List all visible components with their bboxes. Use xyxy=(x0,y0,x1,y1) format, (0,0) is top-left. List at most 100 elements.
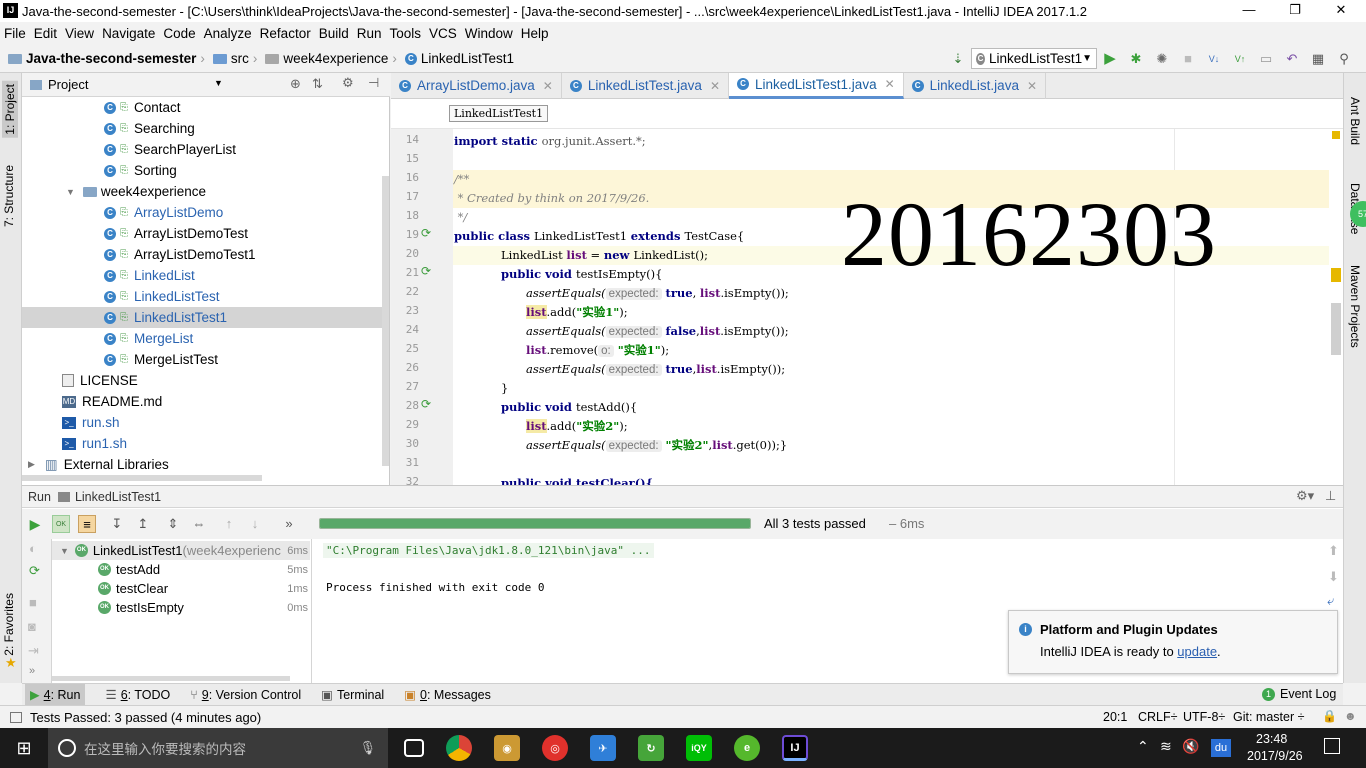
show-passed-toggle[interactable]: OK xyxy=(52,515,70,533)
sort-alpha-icon[interactable]: ↧ xyxy=(108,515,126,533)
stop-icon[interactable]: ■ xyxy=(1179,50,1197,68)
tree-item[interactable]: C ⎘ ArrayListDemo xyxy=(22,202,223,223)
run-config-tab[interactable]: LinkedListTest1 xyxy=(75,490,161,504)
close-icon[interactable]: ✕ xyxy=(885,77,895,91)
revert-icon[interactable]: ↶ xyxy=(1283,50,1301,68)
chrome-icon[interactable] xyxy=(446,735,472,761)
code-line-26[interactable]: assertEquals(expected: true,list.isEmpty… xyxy=(526,360,785,379)
iqiyi-icon[interactable]: iQY xyxy=(686,735,712,761)
tool-tab-terminal[interactable]: ▣ Terminal xyxy=(321,687,384,703)
tool-tab-version-control[interactable]: ⑂ 9: Version Control xyxy=(190,688,301,702)
minimize-button[interactable]: — xyxy=(1236,2,1262,17)
netease-music-icon[interactable]: ◎ xyxy=(542,735,568,761)
microphone-icon[interactable]: 🎙 xyxy=(359,740,376,756)
taskbar-search-box[interactable]: 在这里输入你要搜索的内容 🎙 xyxy=(48,728,388,768)
caret-position[interactable]: 20:1 xyxy=(1103,710,1127,724)
hide-panel-icon[interactable]: ⊥ xyxy=(1325,488,1336,504)
tab-linkedlist[interactable]: C LinkedList.java ✕ xyxy=(904,72,1047,99)
compare-icon[interactable]: ▭ xyxy=(1257,50,1275,68)
expand-arrow-icon[interactable]: ▼ xyxy=(66,187,75,197)
git-branch[interactable]: Git: master ÷ xyxy=(1233,710,1304,724)
close-icon[interactable]: ✕ xyxy=(710,79,720,93)
code-line-27[interactable]: } xyxy=(501,379,508,398)
show-ignored-toggle[interactable]: ≡ xyxy=(78,515,96,533)
update-link[interactable]: update xyxy=(1177,644,1217,659)
run-test-gutter-icon[interactable]: ⟳ xyxy=(421,264,431,278)
windows-start-icon[interactable]: ⊞ xyxy=(0,728,48,768)
export-icon[interactable]: ⇥ xyxy=(28,643,39,659)
scroll-down-icon[interactable]: ⬇ xyxy=(1328,569,1339,585)
coverage-icon[interactable]: ✺ xyxy=(1153,50,1171,68)
tree-item[interactable]: LICENSE xyxy=(22,370,138,391)
tool-tab-maven-projects[interactable]: Maven Projects xyxy=(1348,265,1362,348)
expand-all-icon[interactable]: ⇕ xyxy=(164,515,182,533)
scroll-up-icon[interactable]: ⬆ xyxy=(1328,543,1339,559)
code-line-32[interactable]: public void testClear(){ xyxy=(501,474,653,485)
line-separator[interactable]: CRLF÷ xyxy=(1138,710,1178,724)
code-line-24[interactable]: assertEquals(expected: false,list.isEmpt… xyxy=(526,322,789,341)
menu-view[interactable]: View xyxy=(61,26,98,41)
intellij-taskbar-icon[interactable]: IJ xyxy=(782,735,808,761)
tab-arraylistdemo[interactable]: C ArrayListDemo.java ✕ xyxy=(391,72,562,99)
tree-item[interactable]: C ⎘ MergeListTest xyxy=(22,349,218,370)
test-result-row[interactable]: OK testAdd 5ms xyxy=(52,560,310,579)
previous-test-icon[interactable]: ↑ xyxy=(220,515,238,533)
stop-icon[interactable]: ■ xyxy=(29,595,37,610)
code-line-23[interactable]: list.add("实验1"); xyxy=(526,303,628,322)
tree-item[interactable]: >_ run.sh xyxy=(22,412,120,433)
tree-item[interactable]: C ⎘ Searching xyxy=(22,118,195,139)
more-icon[interactable]: » xyxy=(29,665,35,677)
soft-wrap-icon[interactable]: ⤶ xyxy=(1327,593,1334,609)
breadcrumb-class[interactable]: C LinkedListTest1 xyxy=(404,51,514,66)
tool-tab-run[interactable]: ▶ 4: Run xyxy=(25,684,86,705)
feishu-icon[interactable]: ✈ xyxy=(590,735,616,761)
gear-icon[interactable]: ⚙▾ xyxy=(1296,488,1314,504)
make-project-icon[interactable]: ⇣ xyxy=(949,50,967,68)
clock-time[interactable]: 23:48 xyxy=(1256,732,1287,746)
volume-icon[interactable]: 🔇 xyxy=(1182,738,1199,755)
tab-linkedlisttest1[interactable]: C LinkedListTest1.java ✕ xyxy=(729,72,904,99)
test-result-row[interactable]: OK testIsEmpty 0ms xyxy=(52,598,310,617)
vcs-commit-icon[interactable]: V↑ xyxy=(1231,50,1249,68)
breadcrumb-package[interactable]: week4experience › xyxy=(265,51,401,66)
view-dropdown-icon[interactable]: ▼ xyxy=(214,78,223,88)
status-message[interactable]: Tests Passed: 3 passed (4 minutes ago) xyxy=(30,710,261,725)
event-log-tab[interactable]: 1 Event Log xyxy=(1262,687,1336,701)
tree-item[interactable]: >_ run1.sh xyxy=(22,433,127,454)
tree-item[interactable]: C ⎘ LinkedListTest1 xyxy=(22,307,388,328)
update-notification[interactable]: i Platform and Plugin Updates IntelliJ I… xyxy=(1008,610,1338,674)
run-test-gutter-icon[interactable]: ⟳ xyxy=(421,397,431,411)
pin-icon[interactable]: ◐ xyxy=(29,541,37,556)
wps-icon[interactable]: ↻ xyxy=(638,735,664,761)
hide-panel-icon[interactable]: ⊣ xyxy=(368,75,379,91)
app-icon[interactable]: ◉ xyxy=(494,735,520,761)
breadcrumb-project[interactable]: Java-the-second-semester › xyxy=(8,51,209,66)
code-line-19[interactable]: public class LinkedListTest1 extends Tes… xyxy=(454,227,744,246)
collapse-all-icon[interactable]: ⇅ xyxy=(312,76,323,92)
close-icon[interactable]: ✕ xyxy=(543,79,553,93)
test-result-row[interactable]: OK testClear 1ms xyxy=(52,579,310,598)
code-line-28[interactable]: public void testAdd(){ xyxy=(501,398,637,417)
next-test-icon[interactable]: ↓ xyxy=(246,515,264,533)
menu-tools[interactable]: Tools xyxy=(386,26,426,41)
run-config-select[interactable]: C LinkedListTest1 ▼ xyxy=(971,48,1097,69)
sort-duration-icon[interactable]: ↥ xyxy=(134,515,152,533)
tree-item[interactable]: C ⎘ LinkedList xyxy=(22,265,195,286)
menu-run[interactable]: Run xyxy=(353,26,386,41)
run-icon[interactable]: ▶ xyxy=(1101,50,1119,68)
menu-window[interactable]: Window xyxy=(461,26,517,41)
tree-item[interactable]: C ⎘ Sorting xyxy=(22,160,177,181)
wifi-icon[interactable]: ≋ xyxy=(1160,738,1172,755)
menu-analyze[interactable]: Analyze xyxy=(200,26,256,41)
tree-scrollbar[interactable] xyxy=(382,176,389,466)
menu-code[interactable]: Code xyxy=(159,26,199,41)
task-view-icon[interactable] xyxy=(404,739,424,757)
tree-item[interactable]: ▶ ▥ External Libraries xyxy=(22,454,169,475)
ime-icon[interactable]: du xyxy=(1211,739,1231,757)
tool-tab-project[interactable]: 1: Project xyxy=(2,81,18,138)
toggle-tool-windows-icon[interactable] xyxy=(10,711,22,723)
tree-item[interactable]: C ⎘ SearchPlayerList xyxy=(22,139,236,160)
code-line-30[interactable]: assertEquals(expected: "实验2",list.get(0)… xyxy=(526,436,787,455)
tree-item[interactable]: C ⎘ LinkedListTest xyxy=(22,286,220,307)
close-button[interactable]: ✕ xyxy=(1328,2,1354,18)
